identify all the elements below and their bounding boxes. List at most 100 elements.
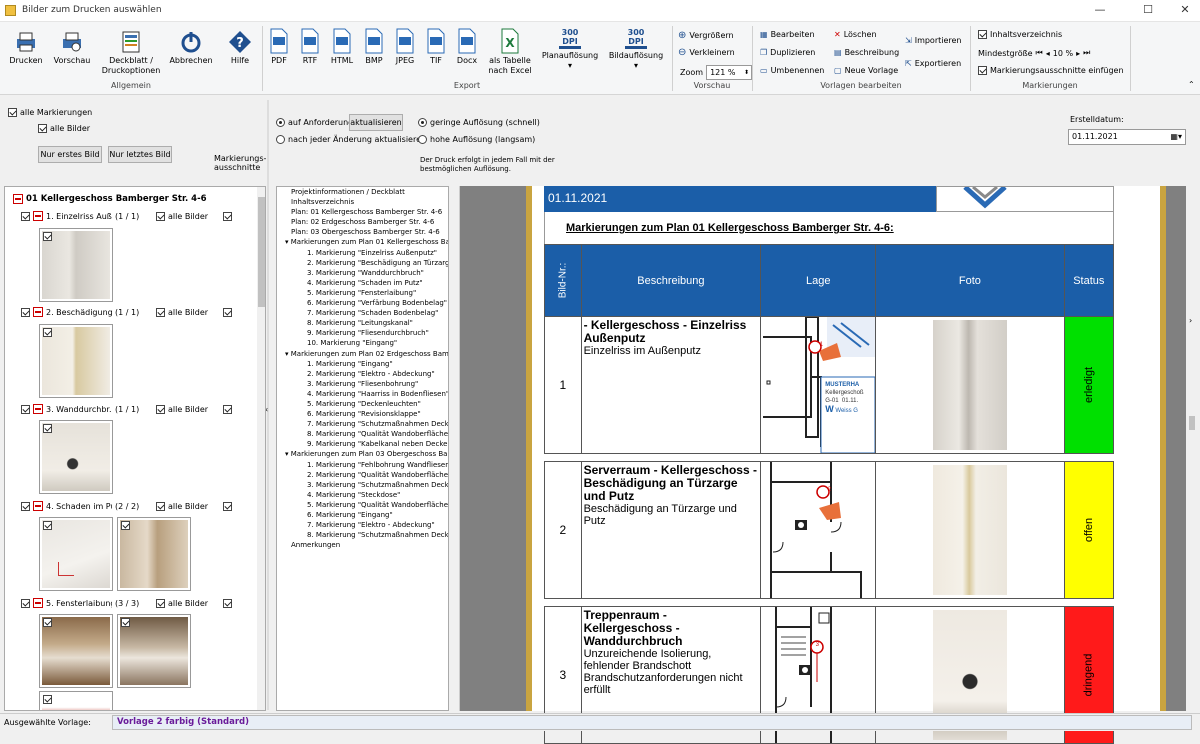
geringe-aufloesung-radio[interactable]: geringe Auflösung (schnell) [418,118,540,127]
tree-item[interactable]: 9. Markierung "Kabelkanal neben Decken [277,439,448,449]
scrollbar[interactable] [257,187,265,710]
vergroessern-button[interactable]: ⊕ Vergrößern [678,30,734,41]
export-bmp-button[interactable]: BMP [361,28,387,66]
collapse-icon[interactable] [33,211,43,221]
checkbox[interactable] [43,521,52,530]
collapse-icon[interactable] [33,598,43,608]
bearbeiten-button[interactable]: ▦ Bearbeiten [760,30,815,39]
prev-icon[interactable]: ◂ [1046,49,1050,58]
image-thumbnail[interactable] [39,420,113,494]
alle-bilder-checkbox[interactable]: alle Bilder [38,124,90,133]
checkbox[interactable] [156,211,165,221]
radio[interactable] [418,135,427,144]
tree-item[interactable]: 8. Markierung "Leitungskanal" [277,318,448,328]
tree-item[interactable]: 4. Markierung "Haarriss in Bodenfliesen" [277,389,448,399]
alle-markierungen-checkbox[interactable]: alle Markierungen [8,108,92,117]
table-row[interactable]: 2 Serverraum - Kellergeschoss - Beschädi… [544,461,1115,599]
checkbox[interactable] [8,108,17,117]
image-thumbnail[interactable] [117,614,191,688]
ausschnitt-checkbox[interactable] [223,598,232,608]
nach-jeder-aenderung-radio[interactable]: nach jeder Änderung aktualisieren [276,135,426,144]
erstelldatum-picker[interactable]: 01.11.2021 ▦▾ [1068,129,1186,145]
tree-item[interactable]: 3. Markierung "Wanddurchbruch" [277,268,448,278]
tree-item[interactable]: 5. Markierung "Qualität Wandoberfläche [277,500,448,510]
table-row[interactable]: 1 - Kellergeschoss - Einzelriss Außenput… [544,316,1115,454]
image-thumbnail[interactable] [39,324,113,398]
exportieren-button[interactable]: ⇱ Exportieren [905,59,961,68]
radio[interactable] [276,118,285,127]
umbenennen-button[interactable]: ▭ Umbenennen [760,66,824,75]
checkbox[interactable] [43,232,52,241]
drucken-button[interactable]: Drucken [6,30,46,66]
selected-template[interactable]: Vorlage 2 farbig (Standard) [112,715,1192,730]
bildaufloesung-button[interactable]: 300 DPI Bildauflösung ▾ [606,28,666,71]
duplizieren-button[interactable]: ❐ Duplizieren [760,48,815,57]
checkbox[interactable] [38,124,47,133]
tree-item[interactable]: 7. Markierung "Schutzmaßnahmen Decke [277,419,448,429]
checkbox[interactable] [21,404,30,414]
ausschnitt-checkbox[interactable] [223,211,232,221]
inhaltsverzeichnis-checkbox[interactable]: Inhaltsverzeichnis [978,30,1062,39]
checkbox[interactable] [21,501,30,511]
tree-item[interactable]: 8. Markierung "Qualität Wandoberfläche [277,429,448,439]
radio[interactable] [418,118,427,127]
tree-item[interactable]: ▾ Markierungen zum Plan 02 Erdgeschoss B… [277,349,448,359]
tree-item[interactable]: 1. Markierung "Fehlbohrung Wandfliesen [277,460,448,470]
image-thumbnail[interactable] [39,517,113,591]
auf-anforderung-radio[interactable]: auf Anforderung [276,118,353,127]
checkbox[interactable] [978,30,987,39]
checkbox[interactable] [156,307,165,317]
collapse-icon[interactable] [33,307,43,317]
checkbox[interactable] [43,424,52,433]
preview-scrollbar[interactable]: › [1186,186,1198,711]
tree-item[interactable]: 5. Markierung "Fensterlaibung" [277,288,448,298]
tree-item[interactable]: 7. Markierung "Schaden Bodenbelag" [277,308,448,318]
export-html-button[interactable]: HTML [328,28,356,66]
tree-item[interactable]: Plan: 02 Erdgeschoss Bamberger Str. 4-6 [277,217,448,227]
first-icon[interactable]: ⏮ [1036,48,1043,58]
deckblatt-button[interactable]: Deckblatt / Druckoptionen [100,30,162,76]
tree-item[interactable]: 8. Markierung "Schutzmaßnahmen Decke [277,530,448,540]
tree-item[interactable]: ▾ Markierungen zum Plan 03 Obergeschoss … [277,449,448,459]
tree-item[interactable]: 7. Markierung "Elektro - Abdeckung" [277,520,448,530]
verkleinern-button[interactable]: ⊖ Verkleinern [678,47,735,58]
list-item[interactable]: 5. Fensterlaibung (3 / 3) alle Bilder [21,598,251,608]
minimize-icon[interactable]: — [1085,3,1115,16]
checkbox[interactable] [978,66,987,75]
ausschnitt-checkbox[interactable] [223,404,232,414]
zoom-input[interactable]: 121 % ⬍ [706,65,753,80]
maximize-icon[interactable]: ☐ [1133,3,1163,16]
checkbox[interactable] [43,695,52,704]
tree-item[interactable]: Anmerkungen [277,540,448,550]
tree-item[interactable]: 1. Markierung "Einzelriss Außenputz" [277,248,448,258]
hohe-aufloesung-radio[interactable]: hohe Auflösung (langsam) [418,135,535,144]
hilfe-button[interactable]: ? Hilfe [224,30,256,66]
list-header[interactable]: 01 Kellergeschoss Bamberger Str. 4-6 [13,194,207,204]
export-pdf-button[interactable]: PDF [266,28,292,66]
list-item[interactable]: 1. Einzelriss Auß...(1 / 1) alle Bilder [21,211,251,221]
checkbox[interactable] [121,521,130,530]
checkbox[interactable] [156,598,165,608]
tree-item[interactable]: 10. Markierung "Eingang" [277,338,448,348]
collapse-icon[interactable] [13,194,23,204]
checkbox[interactable] [121,618,130,627]
tree-item[interactable]: Inhaltsverzeichnis [277,197,448,207]
beschreibung-button[interactable]: ▤ Beschreibung [834,48,899,57]
list-item[interactable]: 2. Beschädigung...(1 / 1) alle Bilder [21,307,251,317]
nur-erstes-bild-button[interactable]: Nur erstes Bild [38,146,102,163]
list-item[interactable]: 4. Schaden im Putz(2 / 2) alle Bilder [21,501,251,511]
tree-item[interactable]: 6. Markierung "Revisionsklappe" [277,409,448,419]
collapse-icon[interactable] [33,404,43,414]
image-thumbnail[interactable] [117,517,191,591]
tree-item[interactable]: Plan: 01 Kellergeschoss Bamberger Str. 4… [277,207,448,217]
tree-item[interactable]: 2. Markierung "Qualität Wandoberfläche [277,470,448,480]
export-jpeg-button[interactable]: JPEG [392,28,418,66]
image-thumbnail[interactable] [39,691,113,710]
loeschen-button[interactable]: ✕ Löschen [834,30,877,39]
close-icon[interactable]: ✕ [1170,3,1200,16]
checkbox[interactable] [43,618,52,627]
next-icon[interactable]: ▸ [1076,49,1080,58]
ausschnitt-checkbox[interactable] [223,501,232,511]
export-rtf-button[interactable]: RTF [297,28,323,66]
vorschau-button[interactable]: Vorschau [51,30,93,66]
